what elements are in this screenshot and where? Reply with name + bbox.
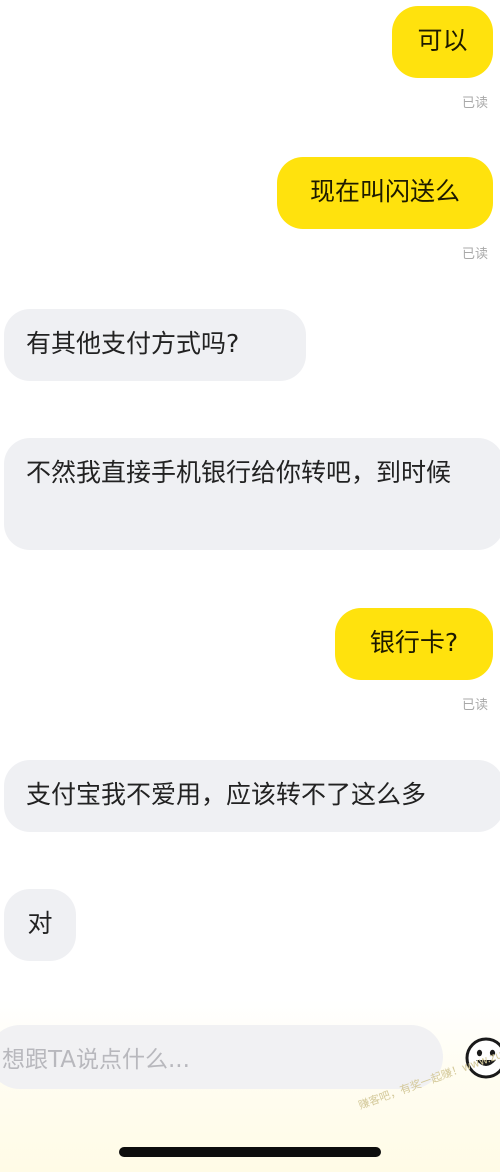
- message-text: 银行卡?: [369, 628, 459, 657]
- message-text: 对: [27, 909, 53, 938]
- received-message-bubble[interactable]: 支付宝我不爱用，应该转不了这么多: [4, 760, 500, 832]
- message-text: 不然我直接手机银行给你转吧，到时候: [26, 458, 452, 487]
- message-input[interactable]: 想跟TA说点什么...: [0, 1025, 443, 1089]
- read-status: 已读: [462, 698, 489, 713]
- message-input-placeholder: 想跟TA说点什么...: [2, 1047, 190, 1073]
- home-indicator[interactable]: [119, 1147, 381, 1157]
- received-message-bubble[interactable]: 不然我直接手机银行给你转吧，到时候: [4, 438, 500, 550]
- sent-message-bubble[interactable]: 可以: [392, 6, 493, 78]
- received-message-bubble[interactable]: 有其他支付方式吗?: [4, 309, 306, 381]
- sent-message-bubble[interactable]: 现在叫闪送么: [277, 157, 493, 229]
- read-status: 已读: [462, 96, 489, 111]
- message-text: 现在叫闪送么: [309, 177, 460, 206]
- message-text: 有其他支付方式吗?: [26, 329, 240, 358]
- sent-message-bubble[interactable]: 银行卡?: [335, 608, 493, 680]
- message-text: 可以: [417, 26, 468, 55]
- read-status: 已读: [462, 247, 489, 262]
- received-message-bubble[interactable]: 对: [4, 889, 76, 961]
- message-text: 支付宝我不爱用，应该转不了这么多: [26, 780, 427, 809]
